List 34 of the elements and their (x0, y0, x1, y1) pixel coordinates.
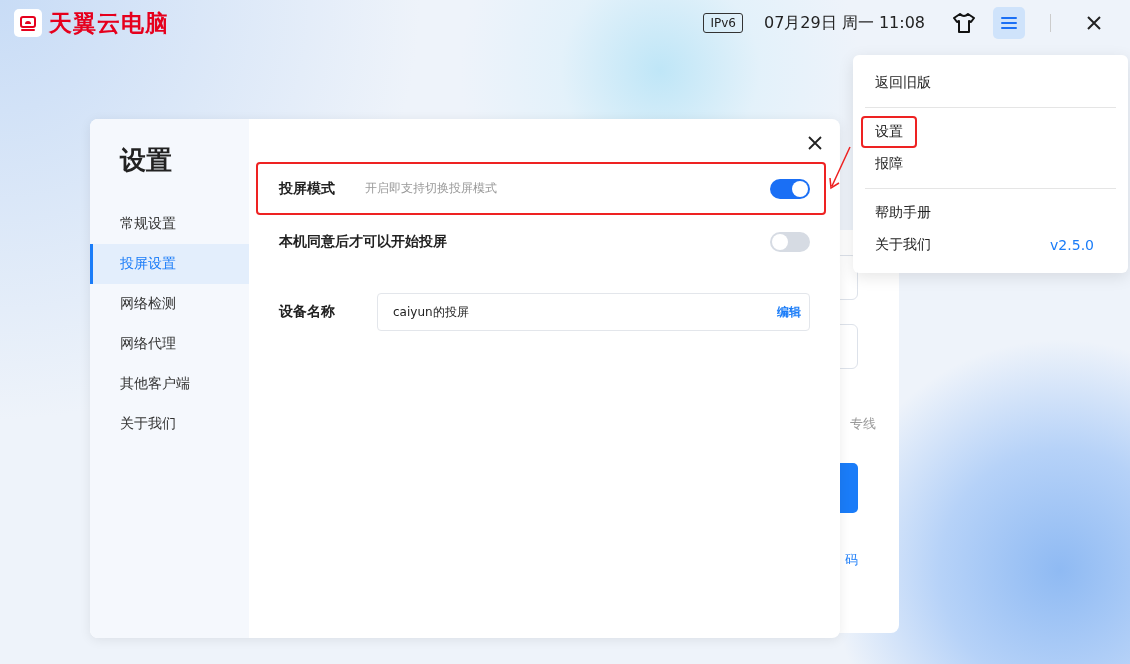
nav-item[interactable]: 其他客户端 (90, 364, 249, 404)
nav-item[interactable]: 网络代理 (90, 324, 249, 364)
nav-item[interactable]: 投屏设置 (90, 244, 249, 284)
menu-item[interactable]: 设置 (861, 116, 917, 148)
date-time: 07月29日 周一 11:08 (764, 12, 925, 34)
toggle-switch[interactable] (770, 231, 810, 252)
setting-description: 开启即支持切换投屏模式 (365, 180, 497, 197)
setting-label: 投屏模式 (279, 179, 335, 198)
network-badge: IPv6 (703, 13, 743, 33)
menu-item[interactable]: 返回旧版 (861, 67, 945, 99)
version-label: v2.5.0 (1050, 237, 1094, 253)
brand-name: 天翼云电脑 (49, 8, 169, 38)
field-value: caiyun的投屏 (393, 303, 470, 321)
menu-button[interactable] (993, 7, 1025, 39)
setting-label: 本机同意后才可以开始投屏 (279, 232, 447, 251)
close-icon[interactable] (808, 136, 822, 150)
annotation-arrow (828, 146, 852, 190)
shirt-icon (953, 13, 975, 33)
setting-label: 设备名称 (279, 303, 335, 321)
logo-icon (14, 9, 42, 37)
password-link[interactable]: 码 (845, 551, 858, 569)
menu-item[interactable]: 关于我们 v2.5.0 (861, 229, 1108, 261)
menu-item[interactable]: 帮助手册 (861, 197, 945, 229)
menu-icon (1001, 16, 1017, 30)
dialog-title: 设置 (118, 144, 173, 177)
nav-item[interactable]: 常规设置 (90, 204, 249, 244)
edit-link[interactable]: 编辑 (777, 303, 801, 321)
nav-item[interactable]: 关于我们 (90, 404, 249, 444)
line-caption: 专线 (849, 415, 876, 433)
close-icon (1086, 15, 1102, 31)
nav-item[interactable]: 网络检测 (90, 284, 249, 324)
menu-item[interactable]: 报障 (861, 148, 917, 180)
device-name-field[interactable]: caiyun的投屏 编辑 (377, 293, 810, 331)
toggle-switch[interactable] (770, 178, 810, 199)
